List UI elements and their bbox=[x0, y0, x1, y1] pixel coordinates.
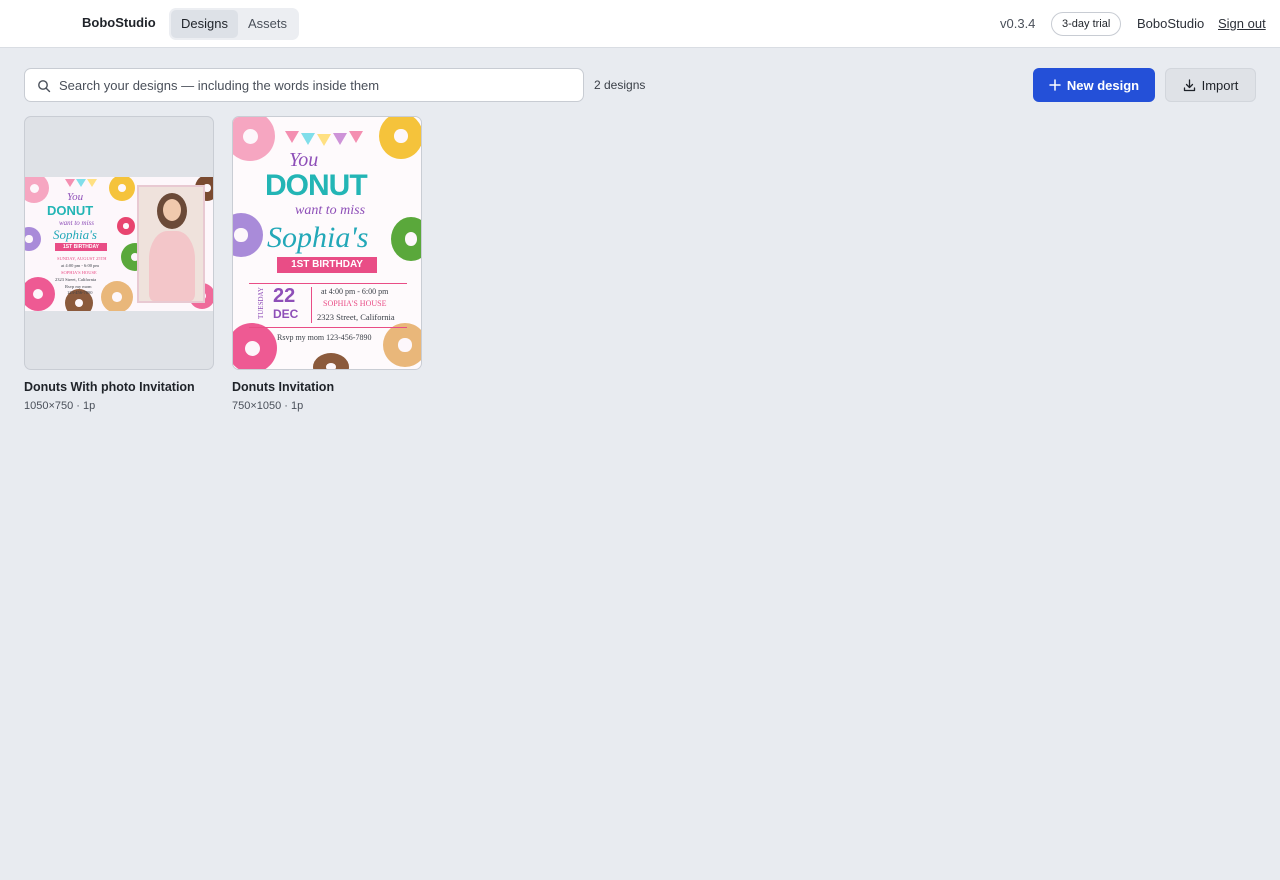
invite-ribbon: 1ST BIRTHDAY bbox=[277, 257, 377, 273]
plus-icon bbox=[1049, 79, 1061, 91]
design-thumbnail[interactable]: You DONUT want to miss Sophia's 1ST BIRT… bbox=[24, 116, 214, 370]
donut-decoration bbox=[101, 281, 133, 311]
new-design-button[interactable]: New design bbox=[1033, 68, 1155, 102]
bunting-flag bbox=[317, 134, 331, 146]
invitation-preview: You DONUT want to miss Sophia's 1ST BIRT… bbox=[25, 177, 213, 311]
tab-assets[interactable]: Assets bbox=[238, 10, 297, 38]
invite-rsvp: Rsvp my mom 123-456-7890 bbox=[277, 333, 372, 342]
invite-donut: DONUT bbox=[47, 203, 94, 218]
sign-out-link[interactable]: Sign out bbox=[1218, 16, 1266, 31]
search-input[interactable] bbox=[59, 69, 569, 101]
design-card[interactable]: You DONUT want to miss Sophia's 1ST BIRT… bbox=[232, 116, 422, 412]
invite-name: Sophia's bbox=[267, 221, 369, 254]
invite-street: 2323 Street, California bbox=[55, 277, 97, 282]
donut-decoration bbox=[313, 353, 349, 369]
bunting-flag bbox=[349, 131, 363, 143]
smiley-donut bbox=[379, 117, 421, 159]
import-button[interactable]: Import bbox=[1165, 68, 1256, 102]
app-brand[interactable]: BoboStudio bbox=[82, 15, 156, 30]
invite-weekday: TUESDAY bbox=[257, 287, 265, 320]
invite-want: want to miss bbox=[295, 203, 366, 218]
photo-face bbox=[163, 199, 181, 221]
donut-decoration bbox=[25, 277, 55, 311]
donut-decoration bbox=[233, 117, 275, 161]
tab-designs[interactable]: Designs bbox=[171, 10, 238, 38]
search-box[interactable] bbox=[24, 68, 584, 102]
bunting-flag bbox=[87, 179, 97, 187]
view-tabs: Designs Assets bbox=[169, 8, 299, 40]
portrait-photo bbox=[137, 185, 205, 303]
divider-line bbox=[249, 327, 407, 328]
smiley-donut bbox=[109, 177, 135, 201]
bunting-flag bbox=[76, 179, 86, 187]
invite-place: SOPHIA'S HOUSE bbox=[323, 299, 387, 308]
invite-street: 2323 Street, California bbox=[317, 312, 395, 322]
invite-you: You bbox=[67, 191, 84, 203]
bunting-flag bbox=[65, 179, 75, 187]
invite-time: at 4:00 pm - 6:00 pm bbox=[61, 263, 99, 268]
version-label: v0.3.4 bbox=[1000, 16, 1036, 31]
design-meta: 750×1050 · 1p bbox=[232, 400, 304, 412]
design-meta: 1050×750 · 1p bbox=[24, 400, 96, 412]
top-bar: BoboStudio Designs Assets v0.3.4 3-day t… bbox=[0, 0, 1280, 48]
trial-badge: 3-day trial bbox=[1051, 12, 1122, 36]
photo-dress bbox=[149, 231, 195, 301]
divider-line bbox=[311, 287, 312, 323]
donut-decoration bbox=[233, 213, 263, 257]
bunting-flag bbox=[285, 131, 299, 143]
invitation-preview: You DONUT want to miss Sophia's 1ST BIRT… bbox=[233, 117, 421, 369]
divider-line bbox=[249, 283, 407, 284]
new-design-label: New design bbox=[1066, 77, 1140, 93]
design-card[interactable]: You DONUT want to miss Sophia's 1ST BIRT… bbox=[24, 116, 214, 412]
donut-decoration bbox=[391, 217, 421, 261]
invite-name: Sophia's bbox=[53, 227, 97, 242]
invite-want: want to miss bbox=[59, 219, 95, 227]
donut-decoration bbox=[25, 227, 41, 251]
design-count: 2 designs bbox=[594, 78, 646, 92]
invite-phone: 123-456-7890 bbox=[67, 290, 93, 295]
invite-ribbon: 1ST BIRTHDAY bbox=[55, 243, 107, 251]
import-label: Import bbox=[1201, 77, 1239, 93]
donut-decoration bbox=[25, 177, 49, 203]
design-thumbnail[interactable]: You DONUT want to miss Sophia's 1ST BIRT… bbox=[232, 116, 422, 370]
invite-rsvp: Rsvp my mom bbox=[65, 284, 92, 289]
heart-decoration bbox=[117, 217, 135, 235]
invite-month: DEC bbox=[273, 307, 299, 321]
design-title: Donuts With photo Invitation bbox=[24, 380, 195, 394]
account-name: BoboStudio bbox=[1137, 16, 1205, 31]
design-title: Donuts Invitation bbox=[232, 380, 335, 394]
invite-date: SUNDAY, AUGUST 25TH bbox=[57, 256, 107, 261]
donut-decoration bbox=[233, 323, 277, 369]
invite-day: 22 bbox=[273, 285, 296, 307]
bunting-flag bbox=[333, 133, 347, 145]
invite-time: at 4:00 pm - 6:00 pm bbox=[321, 287, 389, 296]
donut-decoration bbox=[383, 323, 421, 367]
invite-donut: DONUT bbox=[265, 169, 368, 202]
invite-place: SOPHIA'S HOUSE bbox=[61, 270, 97, 275]
download-icon bbox=[1183, 78, 1195, 91]
bunting-flag bbox=[301, 133, 315, 145]
search-icon bbox=[38, 80, 51, 93]
